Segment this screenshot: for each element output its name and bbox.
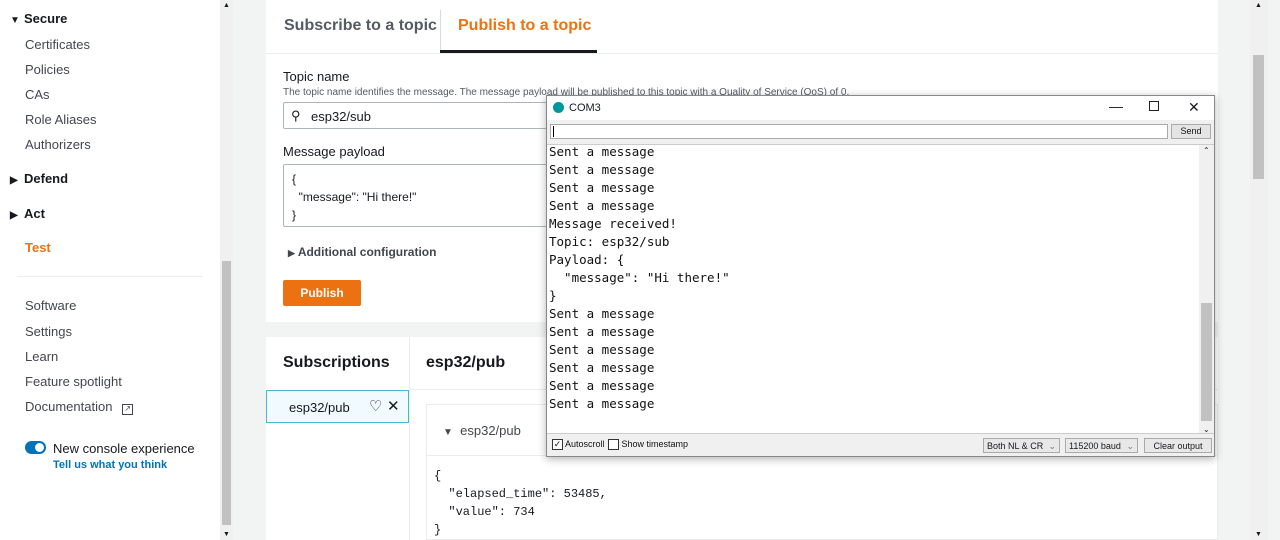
caret-right-icon: ▶ [10, 175, 18, 186]
subscriptions-title: Subscriptions [283, 354, 390, 371]
serial-line: Message received! [549, 216, 677, 231]
nav-certificates[interactable]: Certificates [25, 37, 90, 52]
serial-monitor-window: COM3 — ✕ Send Sent a message Sent a messa… [546, 95, 1215, 457]
minimize-icon[interactable]: — [1109, 98, 1123, 114]
nav-software[interactable]: Software [25, 298, 76, 313]
serial-line: Sent a message [549, 324, 655, 339]
autoscroll-checkbox[interactable]: ✓ Autoscroll [552, 439, 605, 451]
tab-subscribe[interactable]: Subscribe to a topic [284, 17, 437, 35]
output-scrollbar[interactable]: ⌃ ⌄ [1199, 145, 1214, 433]
nav-settings[interactable]: Settings [25, 324, 72, 339]
divider [17, 276, 203, 277]
close-window-icon[interactable]: ✕ [1188, 99, 1200, 116]
serial-output: Sent a message Sent a message Sent a messa… [547, 144, 1214, 434]
nav-policies[interactable]: Policies [25, 62, 70, 77]
subscription-item[interactable]: esp32/pub ♡ ✕ [266, 390, 409, 423]
nav-test[interactable]: Test [25, 240, 51, 255]
additional-config-toggle[interactable]: ▶ Additional configuration [288, 245, 436, 259]
nav-act[interactable]: ▶ Act [10, 206, 45, 221]
search-icon: ⚲ [291, 108, 301, 123]
nav-documentation[interactable]: Documentation ↗ [25, 399, 134, 415]
payload-label: Message payload [283, 144, 385, 159]
serial-line: Sent a message [549, 378, 655, 393]
sidebar: ▼ Secure Certificates Policies CAs Role A… [0, 0, 220, 540]
topic-title: esp32/pub [426, 354, 506, 371]
serial-line: Topic: esp32/sub [549, 234, 670, 249]
serial-line: Sent a message [549, 306, 655, 321]
serial-line: Payload: { [549, 252, 625, 267]
baud-select[interactable]: 115200 baud ⌄ [1065, 438, 1138, 453]
external-link-icon: ↗ [122, 404, 134, 415]
clear-output-button[interactable]: Clear output [1144, 438, 1212, 453]
serial-line: Sent a message [549, 144, 655, 159]
tab-publish[interactable]: Publish to a topic [458, 17, 591, 35]
line-ending-select[interactable]: Both NL & CR ⌄ [983, 438, 1060, 453]
caret-right-icon: ▶ [288, 248, 295, 258]
serial-input[interactable] [550, 124, 1168, 139]
toggle-label: New console experience [53, 441, 195, 456]
publish-button[interactable]: Publish [283, 280, 361, 306]
serial-line: Sent a message [549, 180, 655, 195]
title-bar: COM3 — ✕ [547, 96, 1214, 120]
console-toggle[interactable] [25, 441, 46, 454]
page-scrollbar[interactable]: ▲ ▼ [1250, 0, 1268, 540]
feedback-link[interactable]: Tell us what you think [53, 459, 167, 471]
message-header[interactable]: ▼ esp32/pub [443, 423, 521, 438]
serial-line: Sent a message [549, 396, 655, 411]
close-icon[interactable]: ✕ [387, 397, 400, 415]
topic-input[interactable]: ⚲ esp32/sub [283, 102, 573, 129]
caret-right-icon: ▶ [10, 210, 18, 221]
send-button[interactable]: Send [1171, 124, 1211, 139]
nav-secure[interactable]: ▼ Secure [10, 11, 67, 26]
nav-learn[interactable]: Learn [25, 349, 58, 364]
heart-icon[interactable]: ♡ [369, 397, 382, 415]
message-body: { "elapsed_time": 53485, "value": 734} [434, 469, 607, 537]
nav-feature-spotlight[interactable]: Feature spotlight [25, 374, 122, 389]
sidebar-scrollbar[interactable]: ▲ ▼ [220, 0, 233, 540]
caret-down-icon: ▼ [443, 427, 453, 438]
caret-down-icon: ▼ [10, 15, 20, 26]
maximize-icon[interactable] [1149, 101, 1159, 111]
payload-textarea[interactable]: { "message": "Hi there!"} [283, 164, 573, 227]
topic-label: Topic name [283, 69, 350, 84]
serial-line: Sent a message [549, 162, 655, 177]
serial-line: Sent a message [549, 360, 655, 375]
serial-line: Sent a message [549, 198, 655, 213]
nav-authorizers[interactable]: Authorizers [25, 137, 91, 152]
nav-role-aliases[interactable]: Role Aliases [25, 112, 97, 127]
timestamp-checkbox[interactable]: Show timestamp [608, 439, 688, 451]
serial-line: "message": "Hi there!" [549, 270, 730, 285]
serial-line: Sent a message [549, 342, 655, 357]
arduino-icon [553, 102, 564, 113]
nav-cas[interactable]: CAs [25, 87, 50, 102]
serial-line: } [549, 288, 557, 303]
nav-defend[interactable]: ▶ Defend [10, 171, 68, 186]
